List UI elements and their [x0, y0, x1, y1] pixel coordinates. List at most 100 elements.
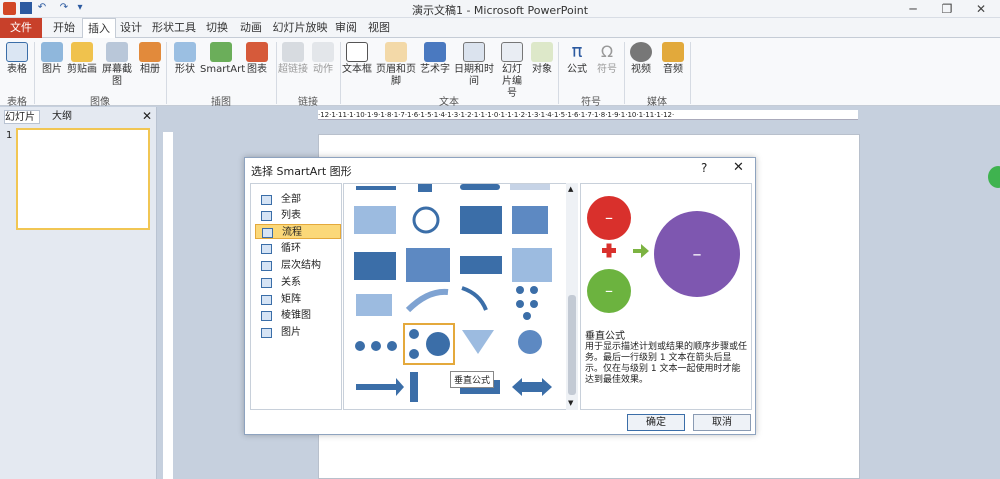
- tab-home[interactable]: 开始: [46, 18, 82, 38]
- floating-badge-icon: [988, 166, 1000, 188]
- category-cycle[interactable]: 循环: [255, 241, 341, 256]
- close-icon[interactable]: ✕: [964, 0, 998, 18]
- ok-button[interactable]: 确定: [627, 414, 685, 431]
- audio-button[interactable]: 音频: [660, 40, 686, 76]
- category-pyramid[interactable]: 棱锥图: [255, 308, 341, 323]
- pi-icon: π: [571, 41, 583, 62]
- layout-thumb-icon[interactable]: [460, 184, 500, 190]
- hyperlink-button[interactable]: 超链接: [278, 40, 308, 76]
- svg-text:–: –: [605, 281, 613, 300]
- relationship-icon: [261, 278, 272, 288]
- redo-icon[interactable]: ↷: [58, 2, 70, 14]
- clipart-button[interactable]: 剪贴画: [66, 40, 98, 76]
- customize-icon[interactable]: ▾: [74, 2, 86, 14]
- wordart-icon: [424, 42, 446, 62]
- category-all[interactable]: 全部: [255, 192, 341, 207]
- scroll-up-icon[interactable]: ▲: [568, 185, 573, 193]
- textbox-icon: [346, 42, 368, 62]
- layout-thumb-icon[interactable]: [418, 184, 432, 192]
- layout-thumb-icon[interactable]: [461, 286, 488, 311]
- category-picture[interactable]: 图片: [255, 325, 341, 340]
- layout-thumb-icon[interactable]: [356, 294, 392, 316]
- object-button[interactable]: 对象: [530, 40, 554, 76]
- layout-thumb-icon[interactable]: [354, 252, 396, 280]
- header-footer-button[interactable]: 页眉和页脚: [372, 40, 420, 88]
- tab-slides[interactable]: 幻灯片: [4, 110, 40, 124]
- layout-thumb-icon[interactable]: [356, 378, 404, 396]
- ribbon-separator: [34, 42, 35, 104]
- scroll-thumb[interactable]: [568, 295, 576, 395]
- chart-button[interactable]: 图表: [244, 40, 270, 76]
- help-icon[interactable]: ?: [701, 161, 707, 175]
- layout-thumb-icon[interactable]: [462, 330, 494, 354]
- layout-thumb-row-5: [355, 323, 542, 365]
- category-hierarchy[interactable]: 层次结构: [255, 258, 341, 273]
- symbol-button[interactable]: Ω 符号: [594, 40, 620, 76]
- layout-thumb-icon[interactable]: [512, 248, 552, 282]
- textbox-button[interactable]: 文本框: [342, 40, 372, 76]
- layout-thumb-icon[interactable]: [406, 248, 450, 282]
- layout-thumb-row-2: [354, 206, 548, 234]
- video-button[interactable]: 视频: [628, 40, 654, 76]
- smartart-button[interactable]: SmartArt: [200, 40, 245, 76]
- tab-review[interactable]: 审阅: [334, 18, 358, 38]
- close-pane-icon[interactable]: ✕: [142, 110, 152, 122]
- minimize-icon[interactable]: ─: [896, 0, 930, 18]
- group-table: 表格: [7, 97, 27, 108]
- speaker-icon: [662, 42, 684, 62]
- cancel-button[interactable]: 取消: [693, 414, 751, 431]
- layout-thumb-icon[interactable]: [410, 372, 418, 402]
- matrix-icon: [261, 295, 272, 305]
- slide-thumbnail[interactable]: [16, 128, 150, 230]
- tab-insert[interactable]: 插入: [82, 18, 116, 39]
- ribbon-separator: [166, 42, 167, 104]
- equation-button[interactable]: π 公式: [564, 40, 590, 76]
- layout-thumb-icon[interactable]: [512, 206, 548, 234]
- layout-thumb-icon[interactable]: [516, 286, 538, 320]
- category-process[interactable]: 流程: [255, 224, 341, 239]
- dialog-close-icon[interactable]: ✕: [733, 160, 744, 175]
- screenshot-button[interactable]: 屏幕截图: [98, 40, 136, 88]
- undo-icon[interactable]: ↶: [36, 2, 48, 14]
- layout-thumb-icon[interactable]: [355, 341, 397, 351]
- maximize-icon[interactable]: ❐: [930, 0, 964, 18]
- layout-thumb-icon[interactable]: [518, 330, 542, 354]
- tab-design[interactable]: 设计: [116, 18, 146, 38]
- shapes-button[interactable]: 形状: [172, 40, 198, 76]
- album-button[interactable]: 相册: [138, 40, 162, 76]
- layout-thumb-icon[interactable]: [460, 206, 502, 234]
- category-relationship[interactable]: 关系: [255, 275, 341, 290]
- layout-thumb-icon[interactable]: [354, 206, 396, 234]
- layout-thumb-icon[interactable]: [510, 184, 550, 190]
- tab-shape-tools[interactable]: 形状工具: [150, 18, 198, 38]
- layout-thumb-icon[interactable]: [512, 378, 552, 396]
- wordart-button[interactable]: 艺术字: [420, 40, 450, 76]
- table-button[interactable]: 表格: [2, 40, 32, 76]
- all-icon: [261, 195, 272, 205]
- category-list-item[interactable]: 列表: [255, 208, 341, 223]
- film-reel-icon: [630, 42, 652, 62]
- action-button[interactable]: 动作: [310, 40, 336, 76]
- tab-view[interactable]: 视图: [364, 18, 394, 38]
- scroll-down-icon[interactable]: ▼: [568, 399, 573, 407]
- ribbon-separator: [276, 42, 277, 104]
- slide-number-button[interactable]: 幻灯片编号: [498, 40, 526, 100]
- picture-button[interactable]: 图片: [38, 40, 66, 76]
- tab-outline[interactable]: 大纲: [52, 110, 76, 124]
- layout-thumb-icon[interactable]: [460, 256, 502, 274]
- tab-slideshow[interactable]: 幻灯片放映: [272, 18, 328, 38]
- category-matrix[interactable]: 矩阵: [255, 292, 341, 307]
- datetime-button[interactable]: 日期和时间: [450, 40, 498, 88]
- tab-animations[interactable]: 动画: [236, 18, 266, 38]
- screenshot-icon: [106, 42, 128, 62]
- gallery-scrollbar[interactable]: ▲ ▼: [566, 183, 578, 410]
- chart-icon: [246, 42, 268, 62]
- category-list: 全部 列表 流程 循环 层次结构 关系 矩阵 棱锥图 图片: [250, 183, 342, 410]
- tab-file[interactable]: 文件: [0, 18, 42, 38]
- tab-transitions[interactable]: 切换: [202, 18, 232, 38]
- ribbon-separator: [340, 42, 341, 104]
- save-icon[interactable]: [20, 2, 32, 14]
- layout-thumb-icon[interactable]: [356, 186, 396, 190]
- layout-thumb-icon[interactable]: [412, 206, 440, 234]
- layout-thumb-icon[interactable]: [405, 288, 449, 313]
